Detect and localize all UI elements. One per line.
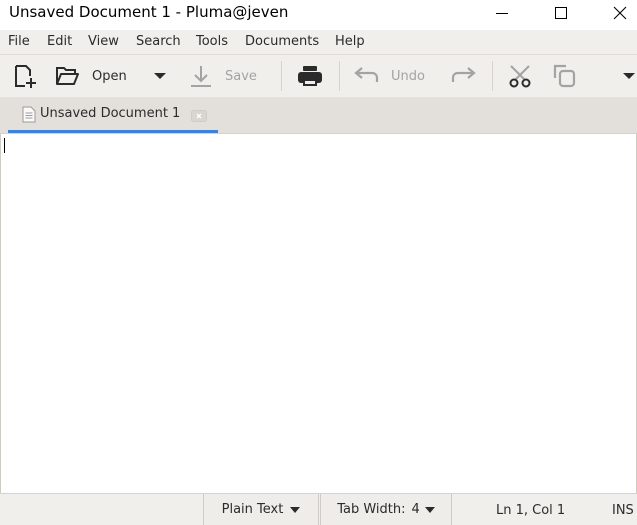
- print-icon: [298, 66, 322, 86]
- tab-width-value: 4: [411, 502, 420, 517]
- menu-documents[interactable]: Documents: [245, 34, 319, 49]
- menu-search[interactable]: Search: [136, 34, 181, 49]
- menu-edit[interactable]: Edit: [47, 34, 72, 49]
- text-document-icon: [22, 106, 36, 123]
- tab-width-selector[interactable]: Tab Width: 4: [320, 494, 452, 525]
- chevron-down-icon: [290, 506, 301, 513]
- document-tab-bar: Unsaved Document 1: [0, 97, 637, 133]
- redo-icon: [451, 67, 476, 82]
- close-button[interactable]: [597, 0, 637, 26]
- recent-files-dropdown[interactable]: [153, 55, 167, 97]
- menu-tools[interactable]: Tools: [196, 34, 228, 49]
- text-cursor: [4, 138, 5, 153]
- open-button[interactable]: Open: [54, 55, 127, 97]
- toolbar-separator: [339, 61, 340, 91]
- insert-mode: INS: [612, 503, 634, 518]
- save-icon: [191, 66, 211, 87]
- cut-button[interactable]: [507, 55, 533, 97]
- undo-icon: [354, 67, 379, 82]
- language-value: Plain Text: [221, 502, 284, 517]
- dropdown-icon: [154, 73, 166, 79]
- copy-button[interactable]: [551, 55, 577, 97]
- new-document-icon: [15, 65, 36, 88]
- maximize-icon: [555, 7, 567, 19]
- menu-file[interactable]: File: [8, 34, 30, 49]
- new-document-button[interactable]: [12, 55, 38, 97]
- text-editor[interactable]: [0, 133, 637, 494]
- cursor-position: Ln 1, Col 1: [496, 503, 566, 518]
- status-bar: Plain Text Tab Width: 4 Ln 1, Col 1 INS: [0, 493, 637, 525]
- minimize-button[interactable]: [479, 0, 525, 26]
- close-tab-icon[interactable]: [191, 110, 207, 122]
- window-title: Unsaved Document 1 - Pluma@jeven: [9, 3, 289, 21]
- save-button[interactable]: Save: [188, 55, 257, 97]
- undo-label: Undo: [391, 68, 425, 84]
- maximize-button[interactable]: [538, 0, 584, 26]
- cut-icon: [509, 65, 531, 88]
- print-button[interactable]: [296, 55, 324, 97]
- toolbar: Open Save Undo: [0, 55, 637, 97]
- menu-help[interactable]: Help: [335, 34, 365, 49]
- title-bar: Unsaved Document 1 - Pluma@jeven: [0, 0, 637, 26]
- menu-bar: File Edit View Search Tools Documents He…: [0, 30, 637, 55]
- minimize-icon: [496, 13, 508, 14]
- tab-width-label: Tab Width:: [337, 502, 406, 517]
- chevron-down-icon: [424, 506, 435, 513]
- redo-button[interactable]: [450, 55, 478, 97]
- open-label: Open: [92, 68, 127, 84]
- undo-button[interactable]: Undo: [352, 55, 425, 97]
- language-selector[interactable]: Plain Text: [203, 494, 319, 525]
- menu-view[interactable]: View: [88, 34, 119, 49]
- tab-label: Unsaved Document 1: [40, 106, 181, 121]
- toolbar-separator: [281, 61, 282, 91]
- save-label: Save: [225, 68, 257, 84]
- overflow-icon: [623, 73, 635, 79]
- open-folder-icon: [56, 67, 79, 85]
- close-icon: [613, 6, 627, 20]
- document-tab[interactable]: Unsaved Document 1: [8, 97, 218, 133]
- copy-icon: [553, 64, 576, 88]
- toolbar-overflow-button[interactable]: [622, 55, 636, 97]
- toolbar-separator: [492, 61, 493, 91]
